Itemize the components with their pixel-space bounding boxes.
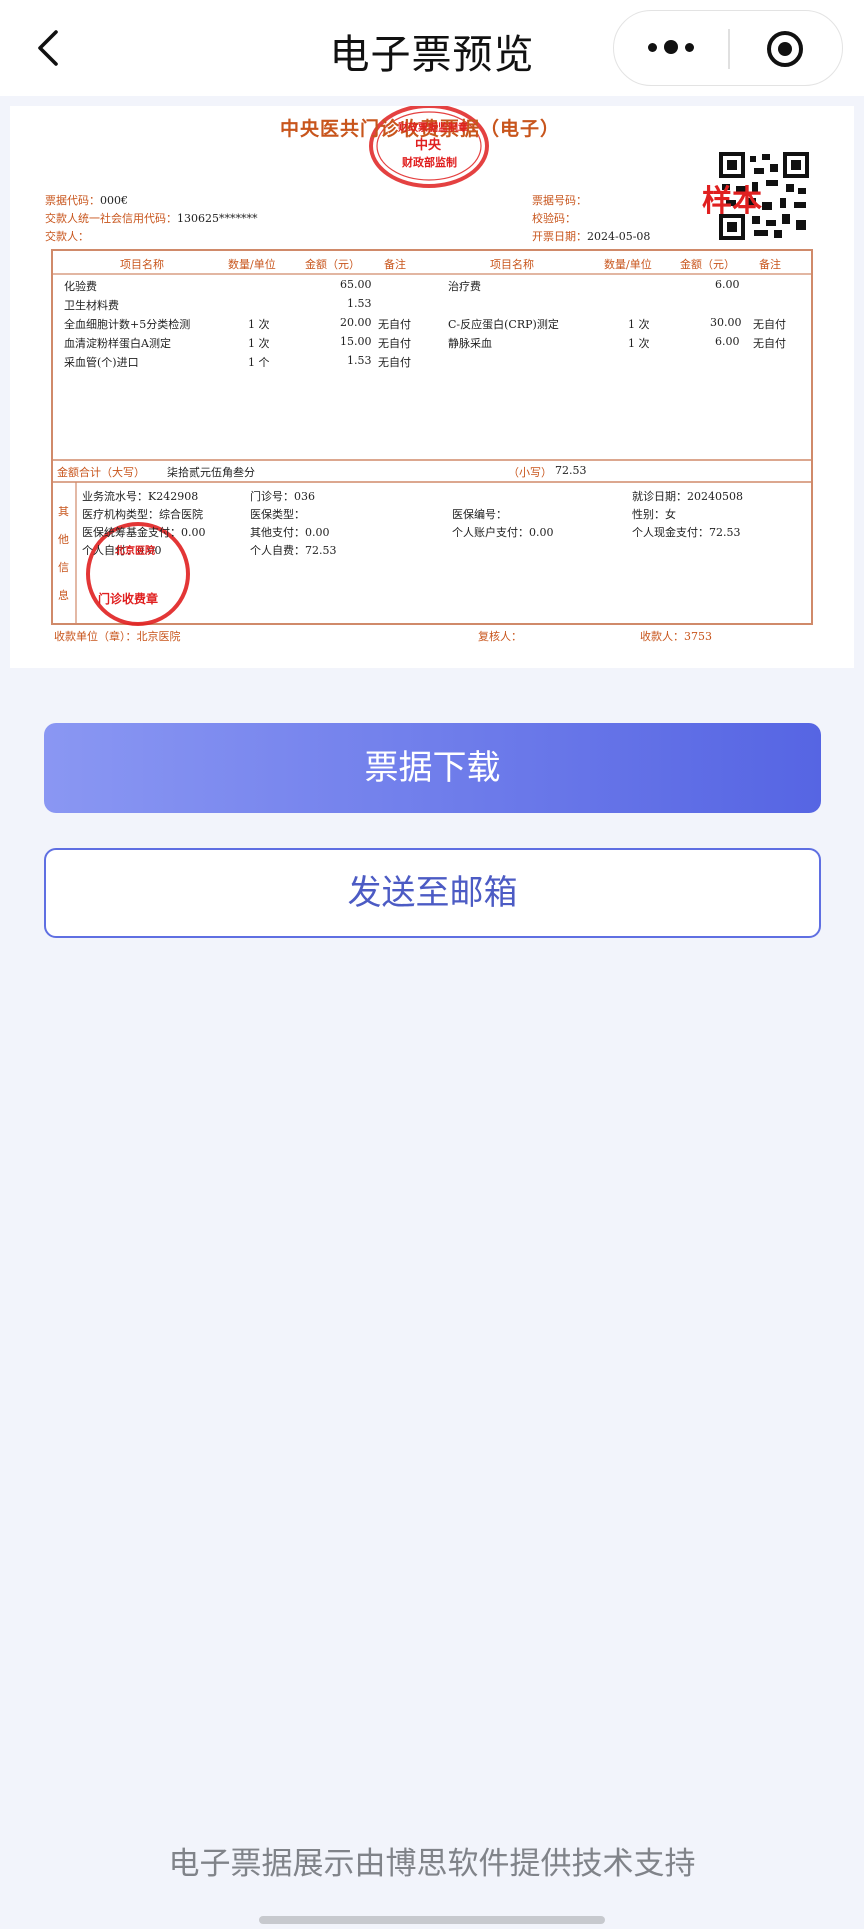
org-type: 医疗机构类型：综合医院 [82,508,203,521]
payer-credit-code: 交款人统一社会信用代码：130625******* [45,212,258,225]
stamp-top-text: 财政票据监制章 [398,123,468,134]
tech-support-footer: 电子票据展示由博思软件提供技术支持 [168,1846,696,1882]
item-note: 无自付 [753,318,786,331]
item-name: 化验费 [64,280,97,293]
item-qty: 1 个 [248,356,270,369]
total-upper-label: 金额合计（大写） [57,466,145,479]
payee: 收款人：3753 [640,630,712,643]
item-name: 采血管(个)进口 [64,356,139,369]
col-header: 项目名称 [120,258,164,271]
item-name: 血清淀粉样蛋白A测定 [64,337,171,350]
nav-bar: 电子票预览 [0,0,864,96]
item-note: 无自付 [378,356,411,369]
item-name: 治疗费 [448,280,481,293]
item-amount: 20.00 [340,316,372,329]
download-button[interactable]: 票据下载 [44,723,821,813]
insurance-no: 医保编号： [452,508,507,521]
biz-serial: 业务流水号：K242908 [82,490,199,503]
reviewer: 复核人： [478,630,522,643]
item-name: 卫生材料费 [64,299,119,312]
col-header: 备注 [759,258,781,271]
check-code: 校验码： [532,212,576,225]
send-email-button[interactable]: 发送至邮箱 [44,848,821,938]
item-note: 无自付 [378,337,411,350]
col-header: 金额（元） [305,258,360,271]
col-header: 数量/单位 [604,258,652,271]
item-amount: 15.00 [340,335,372,348]
fund-pay: 医保统筹基金支付：0.00 [82,526,206,539]
item-note: 无自付 [378,318,411,331]
item-qty: 1 次 [248,318,270,331]
sample-watermark: 样本 [702,184,762,219]
item-amount: 30.00 [710,316,742,329]
col-header: 金额（元） [680,258,735,271]
item-qty: 1 次 [628,337,650,350]
stamp-bottom-text: 财政部监制 [402,156,457,169]
bill-no: 票据号码： [532,194,587,207]
capsule-divider [728,29,730,69]
visit-date: 就诊日期：20240508 [632,490,743,503]
insurance-type: 医保类型： [250,508,305,521]
payer-label: 交款人： [45,230,89,243]
item-name: C-反应蛋白(CRP)测定 [448,318,559,331]
stamp-mid-text: 中央 [415,138,442,153]
personal-cash-pay: 个人现金支付：72.53 [632,526,741,539]
item-qty: 1 次 [628,318,650,331]
item-amount: 6.00 [715,335,740,348]
bill-code: 票据代码：000€ [45,194,128,207]
personal-self: 个人自费：72.53 [250,544,337,557]
total-upper-value: 柒拾贰元伍角叁分 [167,466,255,479]
target-icon[interactable] [766,30,804,68]
total-small-label: （小写） [508,466,552,479]
item-qty: 1 次 [248,337,270,350]
clinic-no: 门诊号：036 [250,490,315,503]
clinic-stamp-top: 北京医院 [115,546,155,557]
total-small-value: 72.53 [555,464,587,477]
gender: 性别：女 [632,508,676,521]
col-header: 数量/单位 [228,258,276,271]
item-amount: 6.00 [715,278,740,291]
more-dots-icon[interactable] [648,27,708,67]
item-name: 静脉采血 [448,337,492,350]
clinic-stamp-text: 门诊收费章 [98,592,159,606]
home-indicator [259,1916,605,1924]
col-header: 备注 [384,258,406,271]
other-info-label: 其他信息 [58,505,69,602]
item-name: 全血细胞计数+5分类检测 [64,318,191,331]
col-header: 项目名称 [490,258,534,271]
other-pay: 其他支付：0.00 [250,526,330,539]
item-amount: 1.53 [347,354,372,367]
item-amount: 1.53 [347,297,372,310]
item-amount: 65.00 [340,278,372,291]
issue-date: 开票日期：2024-05-08 [532,230,651,243]
payee-unit: 收款单位（章）：北京医院 [54,630,181,643]
receipt-preview: 中央医共门诊收费票据（电子） 财政票据监制章 中央 财政部监制 票据代码：000… [10,106,854,668]
personal-account-pay: 个人账户支付：0.00 [452,526,554,539]
mini-program-capsule [613,10,843,86]
item-note: 无自付 [753,337,786,350]
